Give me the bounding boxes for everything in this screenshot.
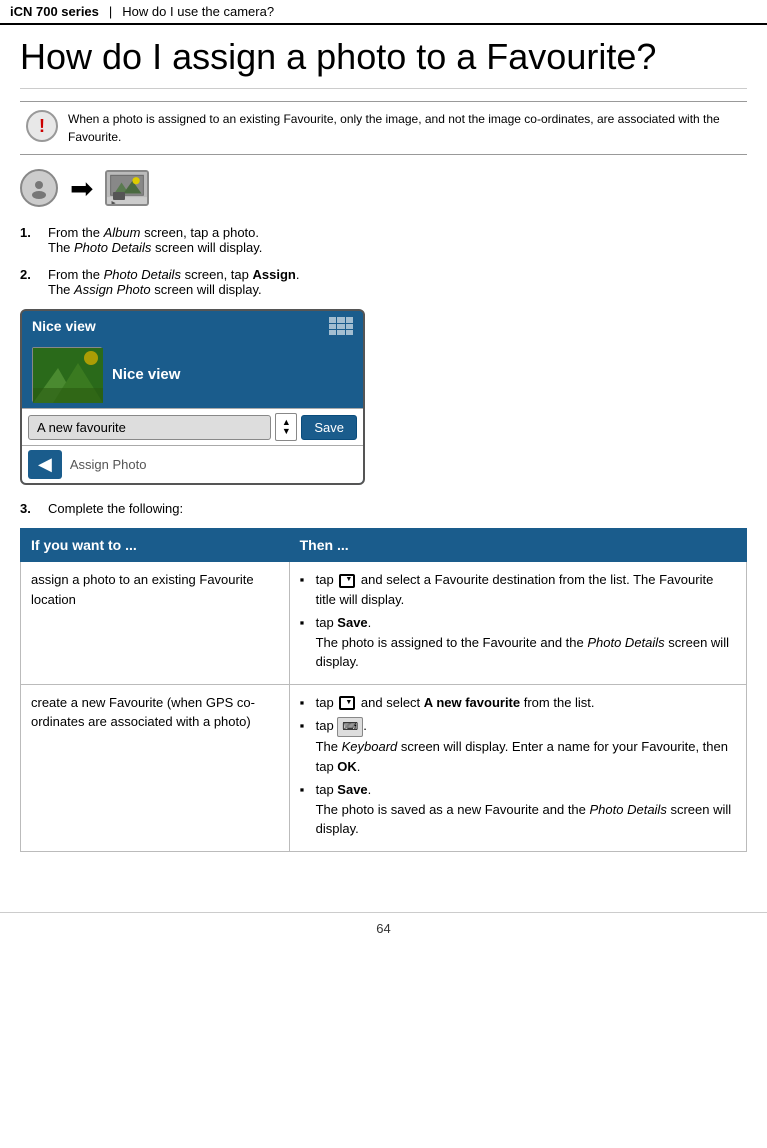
table-row2-col1: create a new Favourite (when GPS co-ordi… [21, 684, 290, 851]
photo-icon: ▶ [105, 170, 149, 206]
table-col2-header: Then ... [289, 529, 746, 562]
gps-dropdown-arrows[interactable]: ▲ ▼ [275, 413, 297, 441]
step-2-bold: From the Photo Details screen, tap Assig… [48, 267, 299, 282]
keyboard-icon: ⌨ [337, 717, 363, 738]
row1-bullet-2: tap Save.The photo is assigned to the Fa… [300, 613, 736, 672]
notice-icon: ! [26, 110, 58, 142]
gps-dropdown-value: A new favourite [37, 420, 126, 435]
step-1-sub: The Photo Details screen will display. [48, 240, 262, 255]
step-1-bold: From the Album screen, tap a photo. [48, 225, 259, 240]
gps-photo-row: Nice view [22, 341, 363, 408]
step-2: 2. From the Photo Details screen, tap As… [20, 267, 747, 297]
arrow-icon: ➡ [70, 172, 93, 205]
info-table: If you want to ... Then ... assign a pho… [20, 528, 747, 851]
row2-bullet-1: tap and select A new favourite from the … [300, 693, 736, 713]
dropdown-icon-2 [339, 696, 355, 710]
table-row: assign a photo to an existing Favourite … [21, 562, 747, 685]
table-row: create a new Favourite (when GPS co-ordi… [21, 684, 747, 851]
page-content: How do I assign a photo to a Favourite? … [0, 25, 767, 882]
gps-back-button[interactable]: ◀ [28, 450, 62, 479]
step-2-sub: The Assign Photo screen will display. [48, 282, 262, 297]
header-separator: | [109, 4, 112, 19]
dropdown-icon-1 [339, 574, 355, 588]
gps-location-label: Nice view [112, 366, 180, 383]
gps-title-bar: Nice view [22, 311, 363, 341]
row1-bullet-1: tap and select a Favourite destination f… [300, 570, 736, 609]
notice-box: ! When a photo is assigned to an existin… [20, 101, 747, 155]
series-title: iCN 700 series [10, 4, 99, 19]
notice-text: When a photo is assigned to an existing … [68, 110, 741, 146]
step-3-content: Complete the following: [48, 501, 747, 516]
step-3-number: 3. [20, 501, 40, 516]
gps-photo-thumb [32, 347, 102, 402]
gps-screen: Nice view Nice view A [20, 309, 365, 485]
row1-bullet-list: tap and select a Favourite destination f… [300, 570, 736, 672]
row2-bullet-list: tap and select A new favourite from the … [300, 693, 736, 839]
step-1-content: From the Album screen, tap a photo. The … [48, 225, 747, 255]
gps-dropdown-row: A new favourite ▲ ▼ Save [22, 408, 363, 445]
row2-bullet-3: tap Save.The photo is saved as a new Fav… [300, 780, 736, 839]
row2-bullet-2: tap ⌨.The Keyboard screen will display. … [300, 716, 736, 776]
step-1: 1. From the Album screen, tap a photo. T… [20, 225, 747, 255]
gps-assign-label: Assign Photo [70, 457, 147, 472]
page-title: How do I assign a photo to a Favourite? [20, 35, 747, 89]
profile-icon [20, 169, 58, 207]
svg-text:▶: ▶ [112, 201, 116, 207]
gps-dropdown-select[interactable]: A new favourite [28, 415, 271, 440]
page-number: 64 [376, 921, 390, 936]
table-col1-header: If you want to ... [21, 529, 290, 562]
icon-row: ➡ ▶ [20, 169, 747, 207]
step-3-bold: Complete the following: [48, 501, 183, 516]
gps-bottom-bar: ◀ Assign Photo [22, 445, 363, 483]
step-1-number: 1. [20, 225, 40, 255]
header-bar: iCN 700 series | How do I use the camera… [0, 0, 767, 25]
gps-title: Nice view [32, 318, 96, 334]
table-row1-col1: assign a photo to an existing Favourite … [21, 562, 290, 685]
table-row2-col2: tap and select A new favourite from the … [289, 684, 746, 851]
gps-grid-icon [329, 317, 353, 335]
step-2-content: From the Photo Details screen, tap Assig… [48, 267, 747, 297]
table-row1-col2: tap and select a Favourite destination f… [289, 562, 746, 685]
header-section: How do I use the camera? [122, 4, 274, 19]
step-2-number: 2. [20, 267, 40, 297]
page-footer: 64 [0, 912, 767, 936]
gps-save-button[interactable]: Save [301, 415, 357, 440]
step-3: 3. Complete the following: [20, 501, 747, 516]
